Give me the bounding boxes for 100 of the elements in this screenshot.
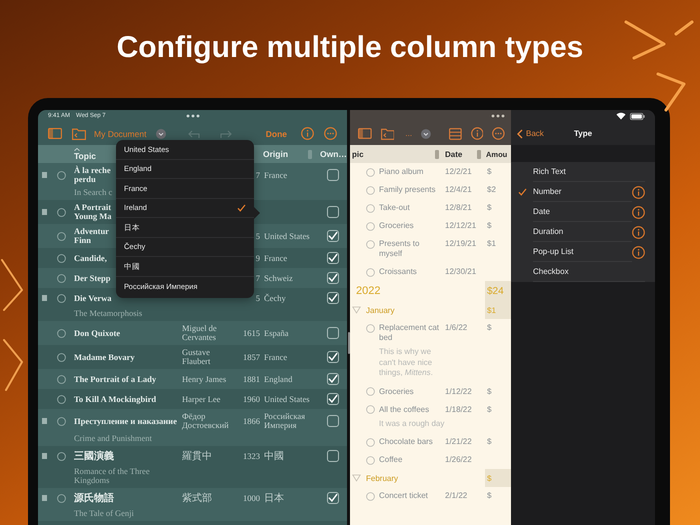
checkbox[interactable]: [326, 450, 338, 462]
info-icon[interactable]: [632, 186, 645, 198]
type-option[interactable]: Number: [511, 182, 655, 202]
status-circle-icon[interactable]: [366, 268, 375, 276]
chevron-left-icon[interactable]: [517, 128, 523, 138]
checkbox[interactable]: [326, 373, 338, 385]
checkbox[interactable]: [326, 272, 338, 284]
folder-icon[interactable]: [380, 128, 394, 140]
info-icon[interactable]: [470, 127, 484, 140]
row-handle-icon[interactable]: [42, 295, 46, 301]
disclosure-triangle-icon[interactable]: [352, 474, 360, 482]
sidebar-icon[interactable]: [358, 128, 372, 139]
status-circle-icon[interactable]: [56, 294, 66, 302]
column-grip-icon[interactable]: [308, 150, 312, 158]
status-circle-icon[interactable]: [366, 492, 375, 500]
info-icon[interactable]: [301, 127, 314, 140]
table-cell-text: 2/1/22: [445, 491, 468, 501]
status-circle-icon[interactable]: [56, 374, 66, 384]
multitask-dots-icon[interactable]: [491, 114, 505, 118]
status-circle-icon[interactable]: [56, 328, 66, 338]
type-option[interactable]: Pop-up List: [511, 242, 655, 262]
status-circle-icon[interactable]: [366, 405, 375, 414]
status-circle-icon[interactable]: [56, 274, 66, 282]
column-header[interactable]: Own…: [320, 149, 347, 159]
table-cell-text: Der Stepp: [73, 274, 110, 282]
split-handle[interactable]: [348, 332, 350, 354]
column-header[interactable]: Topic: [74, 150, 96, 160]
status-circle-icon[interactable]: [56, 416, 66, 426]
row-note: In Search c: [74, 188, 112, 197]
folder-icon[interactable]: [72, 128, 86, 140]
checkbox[interactable]: [326, 492, 338, 504]
status-circle-icon[interactable]: [56, 208, 66, 216]
status-circle-icon[interactable]: [366, 168, 375, 176]
checkbox[interactable]: [326, 393, 338, 405]
back-button[interactable]: Back: [517, 128, 544, 138]
table-cell-text: United States: [263, 232, 311, 240]
row-handle-icon[interactable]: [42, 453, 46, 459]
column-header[interactable]: Date: [445, 150, 462, 158]
checkbox[interactable]: [326, 292, 338, 304]
table-cell-text: Family presents: [379, 185, 436, 195]
more-icon[interactable]: [492, 127, 506, 140]
checkbox[interactable]: [326, 327, 338, 339]
status-circle-icon[interactable]: [366, 387, 375, 396]
status-circle-icon[interactable]: [56, 452, 66, 460]
multitask-dots-icon[interactable]: [186, 114, 200, 118]
table-cell-text: 1/12/22: [445, 386, 473, 396]
checkbox[interactable]: [326, 169, 338, 181]
status-circle-icon[interactable]: [56, 232, 66, 240]
table-cell-text: Piano album: [379, 167, 424, 177]
type-option[interactable]: Checkbox: [511, 262, 655, 282]
table-cell-text: À la reche perdu: [73, 166, 111, 184]
table-cell: $24: [485, 281, 511, 301]
checkbox[interactable]: [326, 230, 338, 242]
list-icon[interactable]: [448, 128, 462, 140]
checkbox[interactable]: [326, 415, 338, 427]
table-cell-text: 9: [254, 254, 260, 262]
more-icon[interactable]: [324, 127, 337, 140]
status-circle-icon[interactable]: [366, 456, 375, 464]
status-circle-icon[interactable]: [366, 438, 375, 446]
status-circle-icon[interactable]: [366, 240, 375, 248]
table-cell-text: 1323: [242, 452, 260, 460]
checkbox[interactable]: [326, 206, 338, 218]
table-cell-text: $: [486, 323, 492, 333]
row-handle-icon[interactable]: [42, 495, 46, 501]
disclosure-triangle-icon[interactable]: [352, 306, 360, 314]
table-cell-text: 1/18/22: [445, 404, 473, 414]
status-circle-icon[interactable]: [366, 186, 375, 194]
checkbox[interactable]: [326, 351, 338, 363]
status-circle-icon[interactable]: [56, 352, 66, 362]
table-cell-text: 1/26/22: [445, 455, 473, 465]
status-circle-icon[interactable]: [366, 324, 375, 332]
table-cell-text: 5: [254, 294, 260, 302]
row-handle-icon[interactable]: [42, 172, 46, 178]
row-handle-icon[interactable]: [42, 418, 46, 424]
status-circle-icon[interactable]: [56, 394, 66, 404]
table-cell-text: Coffee: [379, 455, 404, 465]
status-circle-icon[interactable]: [366, 204, 375, 212]
info-icon[interactable]: [632, 246, 645, 258]
table-cell-text: $: [486, 203, 492, 213]
chevron-down-icon[interactable]: [156, 128, 166, 138]
row-handle-icon[interactable]: [42, 209, 46, 215]
table-cell-text: Преступление и наказание: [73, 416, 177, 426]
checkbox[interactable]: [326, 252, 338, 264]
status-circle-icon[interactable]: [366, 222, 375, 230]
column-header[interactable]: pic: [352, 150, 364, 158]
group-title: 2022: [355, 284, 382, 299]
info-icon[interactable]: [632, 226, 645, 238]
type-option[interactable]: Duration: [511, 222, 655, 242]
column-header[interactable]: Origin: [263, 149, 288, 159]
chevron-down-icon[interactable]: [421, 128, 431, 138]
status-circle-icon[interactable]: [56, 254, 66, 262]
table-cell-text: Don Quixote: [73, 328, 120, 338]
status-circle-icon[interactable]: [56, 170, 66, 180]
info-icon[interactable]: [632, 206, 645, 218]
sidebar-icon[interactable]: [48, 128, 62, 139]
column-grip-icon[interactable]: [435, 150, 439, 158]
type-option[interactable]: Date: [511, 202, 655, 222]
type-option[interactable]: Rich Text: [511, 162, 655, 182]
column-grip-icon[interactable]: [477, 150, 481, 158]
status-circle-icon[interactable]: [56, 494, 66, 502]
